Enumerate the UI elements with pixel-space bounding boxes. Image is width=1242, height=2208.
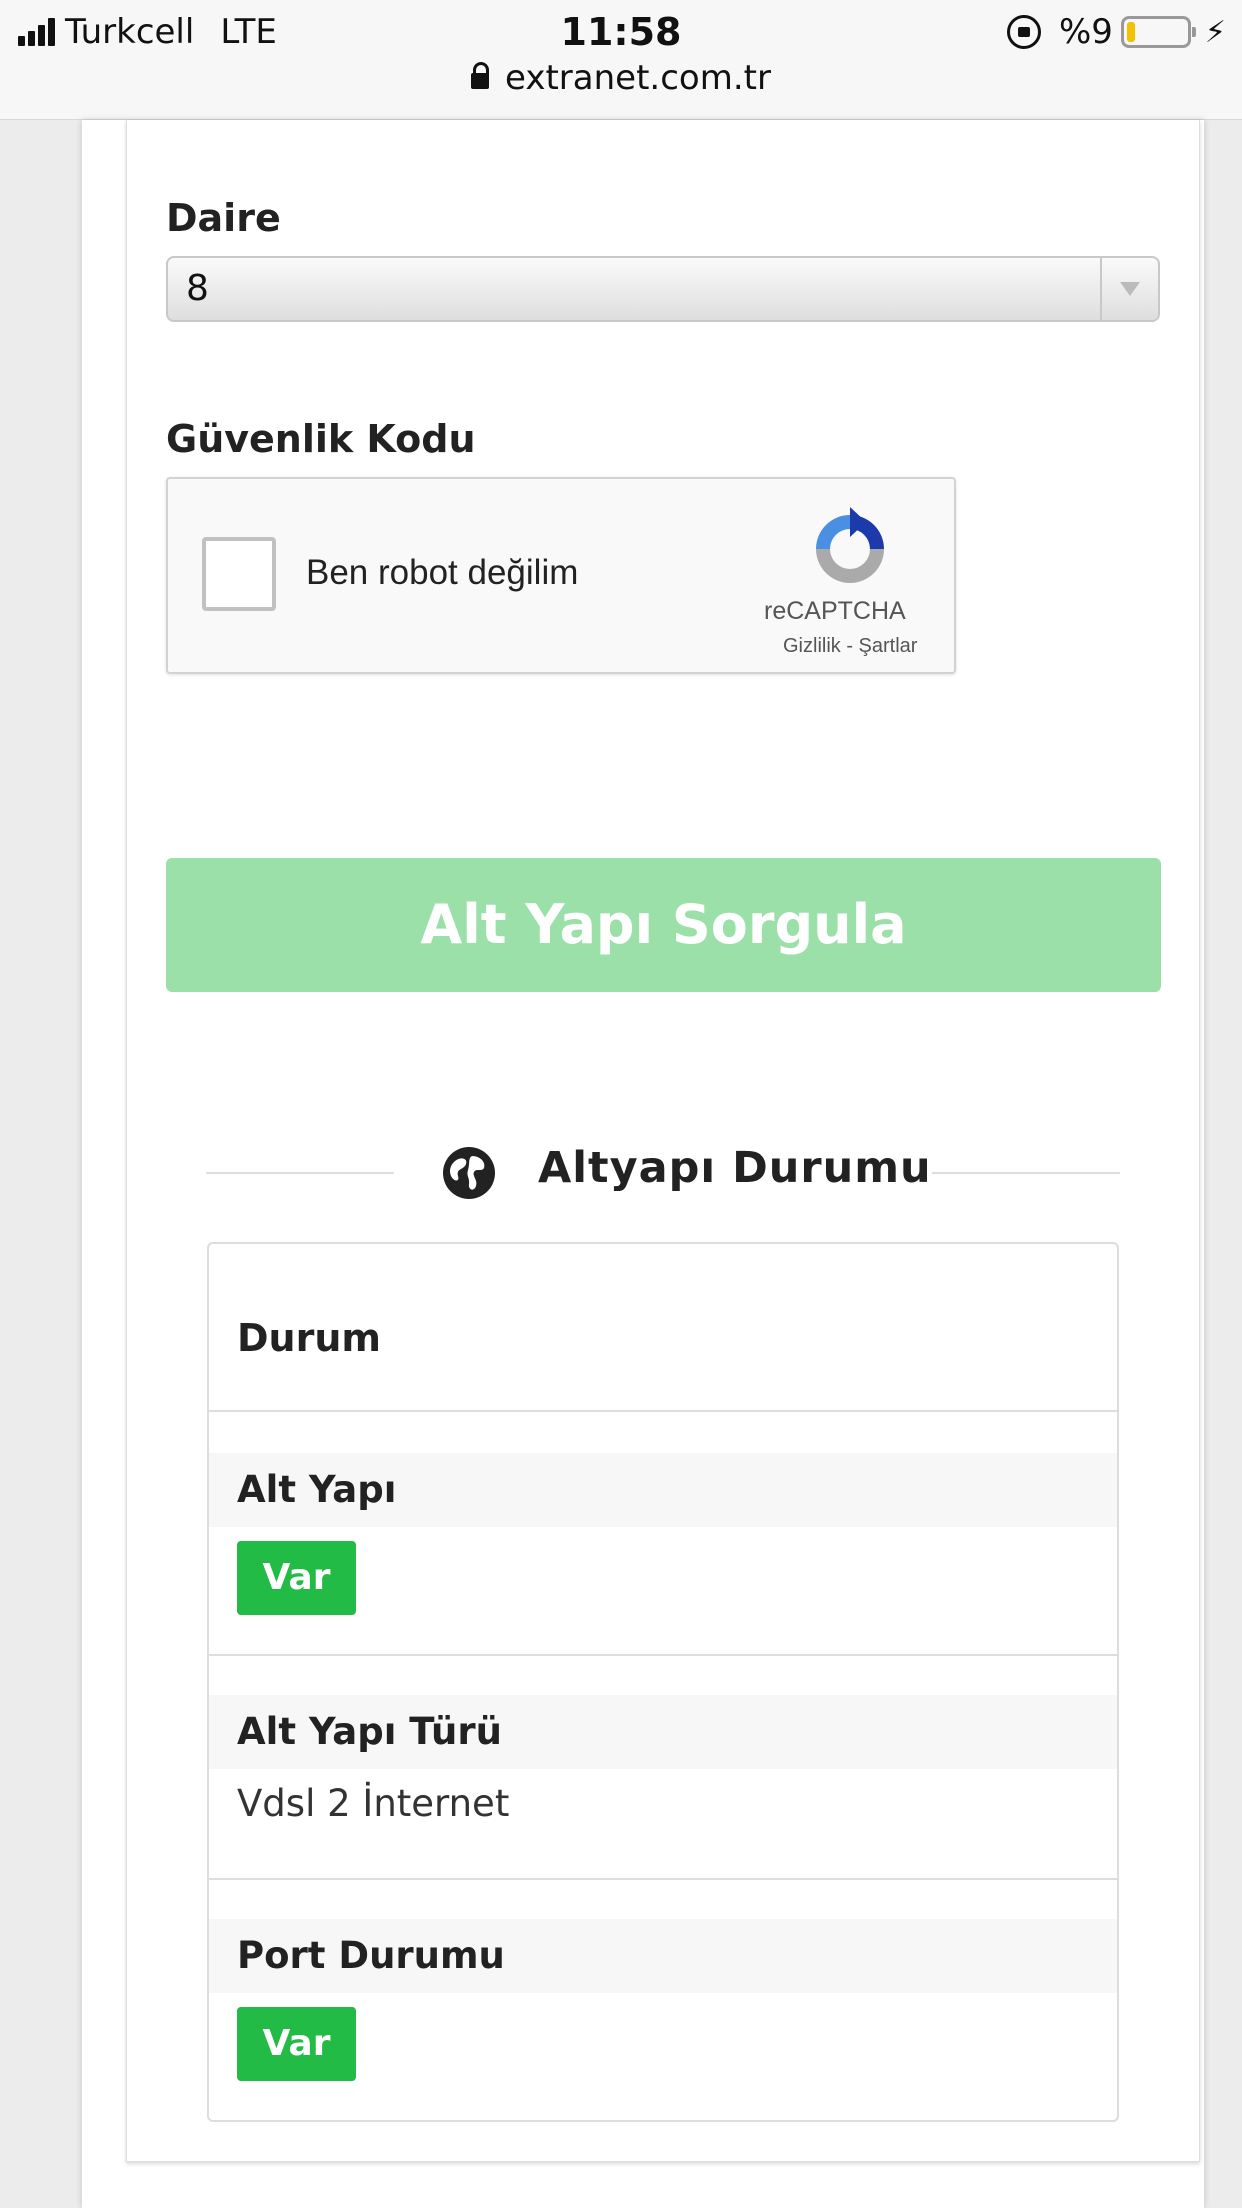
row-label-infrastructure: Alt Yapı (209, 1453, 1117, 1527)
table-header-label: Durum (237, 1316, 381, 1360)
padlock-icon (471, 62, 490, 89)
url-text: extranet.com.tr (505, 58, 771, 98)
section-title: Altyapı Durumu (538, 1143, 932, 1193)
query-infrastructure-button[interactable]: Alt Yapı Sorgula (166, 858, 1161, 992)
apartment-select-value: 8 (186, 268, 209, 309)
infrastructure-status-badge: Var (237, 1541, 356, 1615)
battery-percent: %9 (1058, 12, 1113, 52)
table-header: Durum (209, 1244, 1117, 1412)
status-table: Durum Alt Yapı Var Alt Yapı Türü Vdsl 2 … (207, 1242, 1119, 2122)
row-divider (209, 1654, 1117, 1656)
battery-icon (1120, 16, 1196, 48)
recaptcha-logo-icon (816, 507, 884, 583)
row-label-port-status: Port Durumu (209, 1919, 1117, 1993)
globe-icon (443, 1147, 495, 1199)
apartment-select[interactable]: 8 (166, 256, 1160, 322)
divider-right (932, 1172, 1120, 1174)
captcha-label: Ben robot değilim (306, 553, 579, 592)
recaptcha-widget: Ben robot değilim reCAPTCHA Gizlilik - Ş… (166, 477, 956, 674)
security-code-label: Güvenlik Kodu (166, 417, 476, 461)
row-label-infrastructure-type: Alt Yapı Türü (209, 1695, 1117, 1769)
orientation-lock-icon (1006, 15, 1041, 49)
section-header: Altyapı Durumu (206, 1140, 1120, 1206)
apartment-label: Daire (166, 196, 281, 240)
status-right: %9 ⚡ (1006, 12, 1226, 52)
recaptcha-brand: reCAPTCHA (764, 597, 906, 625)
divider-left (206, 1172, 394, 1174)
chevron-down-icon[interactable] (1100, 258, 1158, 320)
port-status-badge: Var (237, 2007, 356, 2081)
charging-icon: ⚡ (1204, 14, 1226, 50)
row-divider (209, 1878, 1117, 1880)
captcha-checkbox[interactable] (202, 537, 276, 611)
infrastructure-type-value: Vdsl 2 İnternet (237, 1782, 510, 1825)
recaptcha-links[interactable]: Gizlilik - Şartlar (783, 635, 917, 658)
status-bar: Turkcell LTE 11:58 %9 ⚡ extranet.com.tr (0, 0, 1242, 120)
address-bar[interactable]: extranet.com.tr (0, 58, 1242, 98)
